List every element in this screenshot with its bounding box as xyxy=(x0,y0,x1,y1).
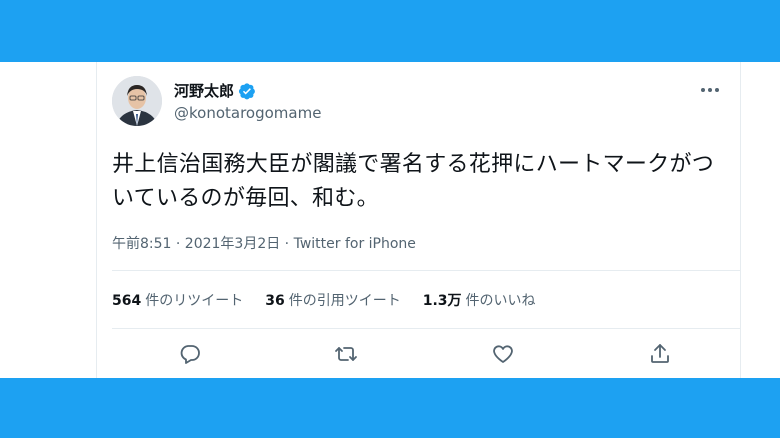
top-blue-band xyxy=(0,0,780,62)
tweet-text: 井上信治国務大臣が閣議で署名する花押にハートマークがついているのが毎回、和む。 xyxy=(112,152,715,211)
tweet-card: 河野太郎 @konotarogomame 井上信治国務大臣が閣議で署名する花押に… xyxy=(0,62,780,378)
avatar-image xyxy=(112,76,162,126)
tweet: 河野太郎 @konotarogomame 井上信治国務大臣が閣議で署名する花押に… xyxy=(96,62,740,378)
more-options-icon[interactable] xyxy=(698,82,722,96)
verified-badge-icon xyxy=(238,82,256,100)
divider xyxy=(112,270,740,271)
like-label: 件のいいね xyxy=(465,293,536,309)
quote-count: 36 xyxy=(265,293,285,309)
retweet-count: 564 xyxy=(112,293,142,309)
divider xyxy=(112,328,740,329)
action-bar xyxy=(96,338,740,370)
tweet-timestamp[interactable]: 午前8:51 · 2021年3月2日 · Twitter for iPhone xyxy=(112,233,416,253)
quote-stat[interactable]: 36 件の引用ツイート xyxy=(265,290,400,310)
retweet-stat[interactable]: 564 件のリツイート xyxy=(112,290,243,310)
retweet-icon[interactable] xyxy=(334,342,358,366)
avatar[interactable] xyxy=(112,76,162,126)
heart-icon[interactable] xyxy=(491,342,515,366)
display-name[interactable]: 河野太郎 xyxy=(174,80,234,101)
card-right-border xyxy=(740,62,741,378)
like-count: 1.3万 xyxy=(422,293,462,309)
retweet-label: 件のリツイート xyxy=(145,293,244,309)
handle[interactable]: @konotarogomame xyxy=(174,104,321,122)
like-stat[interactable]: 1.3万 件のいいね xyxy=(423,290,536,310)
reply-icon[interactable] xyxy=(178,342,202,366)
quote-label: 件の引用ツイート xyxy=(288,293,401,309)
author-row: 河野太郎 xyxy=(174,80,256,101)
share-icon[interactable] xyxy=(648,342,672,366)
bottom-blue-band xyxy=(0,378,780,438)
engagement-stats: 564 件のリツイート 36 件の引用ツイート 1.3万 件のいいね xyxy=(112,290,536,310)
